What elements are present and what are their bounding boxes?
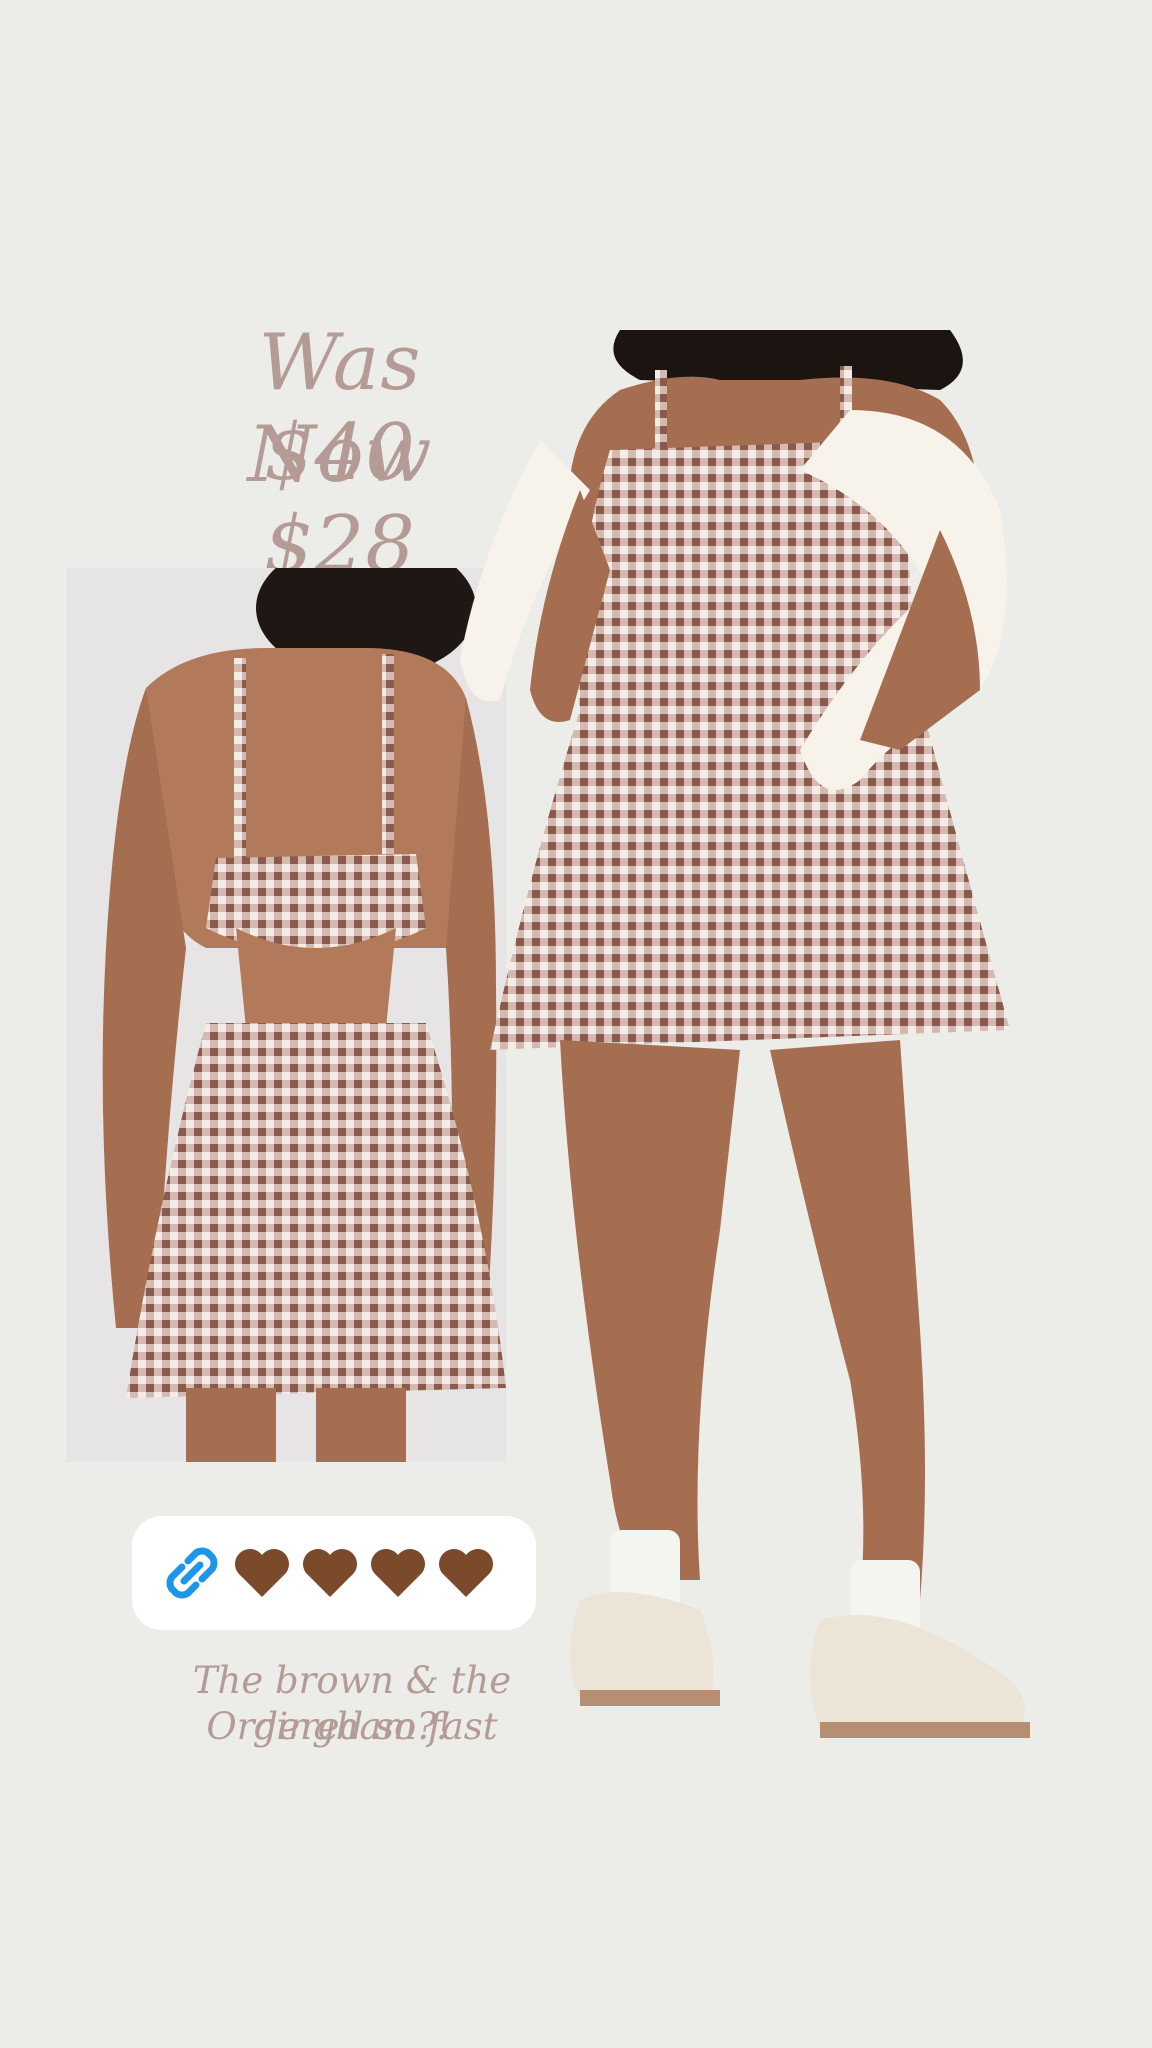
brown-heart-icon: [436, 1543, 496, 1603]
brown-heart-icon: [368, 1543, 428, 1603]
brown-heart-icon: [300, 1543, 360, 1603]
caption-line-2: Ordered so fast: [206, 1705, 498, 1748]
brown-heart-icon: [232, 1543, 292, 1603]
link-icon: [160, 1541, 224, 1605]
link-sticker[interactable]: [132, 1516, 536, 1630]
